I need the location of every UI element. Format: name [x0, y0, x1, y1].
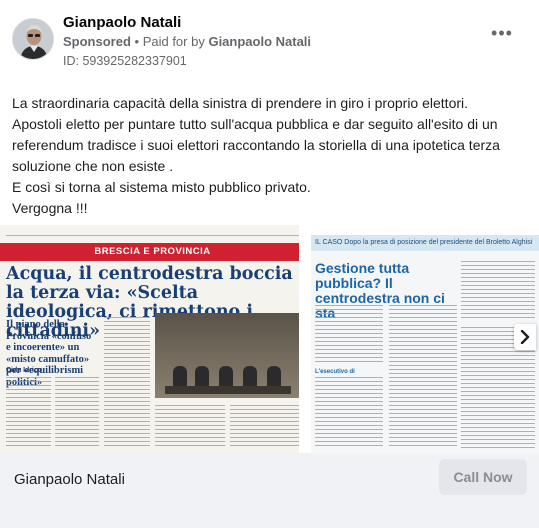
more-options-button[interactable]: ••• — [487, 23, 517, 46]
chevron-right-icon — [520, 330, 530, 344]
call-now-button[interactable]: Call Now — [439, 459, 527, 495]
article-kicker: IL CASO Dopo la presa di posizione del p… — [311, 235, 539, 251]
newspaper-box-label: Cida Idrico — [6, 367, 43, 374]
more-horizontal-icon: ••• — [491, 23, 513, 43]
separator: • — [130, 34, 143, 49]
article-text-column — [315, 377, 383, 449]
article-text-column — [461, 261, 535, 321]
newspaper-text-column — [55, 377, 99, 449]
avatar[interactable] — [12, 18, 54, 60]
carousel-next-button[interactable] — [514, 324, 536, 350]
ad-header: Gianpaolo Natali Sponsored • Paid for by… — [12, 12, 527, 70]
paid-for-prefix: Paid for by — [142, 34, 209, 49]
newspaper-top-rule — [6, 230, 299, 236]
carousel-card-newspaper[interactable]: BRESCIA E PROVINCIA Acqua, il centrodest… — [0, 225, 305, 453]
footer-page-name[interactable]: Gianpaolo Natali — [14, 471, 125, 488]
newspaper-photo — [155, 313, 299, 398]
page-name[interactable]: Gianpaolo Natali — [63, 14, 181, 31]
post-line: La straordinaria capacità della sinistra… — [12, 95, 469, 111]
article-column-head: L'esecutivo di — [315, 369, 355, 375]
post-line: E così si torna al sistema misto pubblic… — [12, 179, 311, 195]
newspaper-text-column — [155, 405, 225, 449]
newspaper-text-column — [230, 405, 299, 449]
article-text-column — [389, 305, 457, 449]
newspaper-section-banner: BRESCIA E PROVINCIA — [0, 243, 299, 261]
post-line: Vergogna !!! — [12, 200, 88, 216]
post-text: La straordinaria capacità della sinistra… — [12, 93, 527, 219]
article-text-column — [315, 305, 383, 365]
avatar-photo-icon — [13, 19, 53, 59]
ad-footer: Gianpaolo Natali Call Now — [0, 453, 539, 528]
newspaper-text-column — [104, 317, 150, 449]
sponsored-label: Sponsored — [63, 34, 131, 49]
post-line: referendum tradisce i suoi elettori racc… — [12, 137, 500, 153]
image-carousel[interactable]: BRESCIA E PROVINCIA Acqua, il centrodest… — [0, 225, 539, 453]
post-line: Apostoli eletto per puntare tutto sull'a… — [12, 116, 498, 132]
carousel-card-article[interactable]: IL CASO Dopo la presa di posizione del p… — [311, 235, 539, 453]
paid-for-name[interactable]: Gianpaolo Natali — [208, 34, 311, 49]
sponsored-line: Sponsored • Paid for by Gianpaolo Natali — [63, 34, 311, 49]
newspaper-text-column — [6, 377, 51, 449]
post-line: soluzione che non esiste . — [12, 158, 174, 174]
ad-id: ID: 593925282337901 — [63, 54, 187, 68]
